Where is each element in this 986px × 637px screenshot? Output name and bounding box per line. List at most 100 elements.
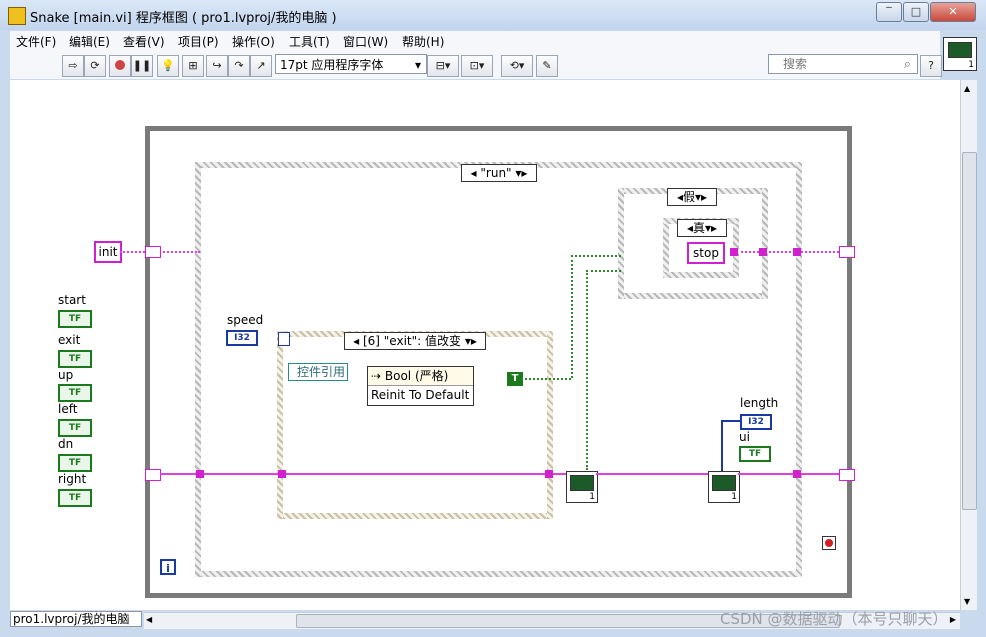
right-control[interactable]: TF	[58, 489, 92, 507]
state-wire-mid	[596, 473, 708, 475]
close-button[interactable]: ✕	[930, 2, 976, 22]
distribute-objects-icon[interactable]: ⊡▾	[461, 55, 493, 77]
cleanup-diagram-icon[interactable]: ✎	[536, 55, 558, 77]
tunnel-6	[759, 248, 767, 256]
highlight-execution-icon[interactable]: 💡	[157, 55, 179, 77]
align-objects-icon[interactable]: ⊟▾	[427, 55, 459, 77]
labview-window: Snake [main.vi] 程序框图 ( pro1.lvproj/我的电脑 …	[0, 0, 986, 637]
start-label: start	[58, 293, 86, 307]
bool-wire-2	[571, 255, 573, 378]
subvi-1-number: 1	[589, 492, 595, 502]
shift-register-right-bottom	[839, 469, 855, 481]
window-title: Snake [main.vi] 程序框图 ( pro1.lvproj/我的电脑 …	[30, 11, 337, 26]
font-selector-value: 17pt 应用程序字体	[280, 58, 384, 72]
speed-label: speed	[227, 313, 264, 327]
tunnel-3	[545, 470, 553, 478]
case-selector-true-label: 真	[692, 221, 705, 235]
subvi-1-graph	[570, 475, 594, 491]
minimize-button[interactable]: ‾	[876, 2, 902, 22]
shift-register-right-top	[839, 246, 855, 258]
menu-tools[interactable]: 工具(T)	[289, 33, 330, 50]
property-reinit-default: Reinit To Default	[371, 388, 470, 402]
menu-project[interactable]: 项目(P)	[178, 33, 219, 50]
shift-register-left-bottom	[145, 469, 161, 481]
subvi-2-number: 1	[731, 492, 737, 502]
right-label: right	[58, 472, 87, 486]
maximize-button[interactable]: □	[903, 2, 929, 22]
bool-wire-4	[586, 270, 588, 470]
chevron-down-icon: ▾	[414, 58, 421, 72]
menu-file[interactable]: 文件(F)	[16, 33, 56, 50]
bool-wire-5	[586, 270, 621, 272]
exit-label: exit	[58, 333, 81, 347]
loop-condition-terminal[interactable]	[822, 536, 836, 550]
menu-edit[interactable]: 编辑(E)	[69, 33, 110, 50]
vi-icon-graph	[948, 42, 972, 58]
vertical-scroll-thumb[interactable]	[962, 152, 977, 510]
timeout-terminal[interactable]	[278, 332, 290, 346]
search-input[interactable]: 搜索 ⌕	[768, 54, 918, 74]
vertical-scrollbar[interactable]: ▲ ▼	[960, 80, 977, 610]
step-out-icon[interactable]: ↗	[250, 55, 272, 77]
event-selector[interactable]: ◂ [6] "exit": 值改变 ▾▸	[344, 332, 486, 350]
block-diagram-canvas[interactable]: i ◂ "run" ▾▸ ◂假▾▸ ◂真▾▸ stop ◂ [6] "exit"…	[10, 80, 960, 610]
search-icon: ⌕	[903, 57, 911, 72]
case-selector-true[interactable]: ◂真▾▸	[677, 219, 727, 237]
start-control[interactable]: TF	[58, 310, 92, 328]
up-label: up	[58, 368, 74, 382]
menu-operate[interactable]: 操作(O)	[232, 33, 275, 50]
event-selector-label: [6] "exit": 值改变	[362, 334, 461, 348]
scroll-up-icon[interactable]: ▲	[964, 84, 970, 93]
tunnel-2	[278, 470, 286, 478]
title-bar: Snake [main.vi] 程序框图 ( pro1.lvproj/我的电脑 …	[0, 0, 986, 30]
stop-out-wire	[736, 251, 839, 253]
stop-local-variable[interactable]: stop	[687, 242, 725, 264]
abort-icon[interactable]	[109, 55, 131, 77]
reorder-icon[interactable]: ⟲▾	[501, 55, 533, 77]
scroll-down-icon[interactable]: ▼	[964, 597, 970, 606]
scroll-right-icon[interactable]: ▶	[950, 615, 956, 624]
retain-wire-values-icon[interactable]: ⊞	[182, 55, 204, 77]
menu-view[interactable]: 查看(V)	[123, 33, 165, 50]
state-wire-right	[738, 473, 839, 475]
project-path-status: pro1.lvproj/我的电脑	[10, 611, 142, 627]
vi-icon[interactable]: 1	[943, 37, 977, 71]
control-ref-node[interactable]: 控件引用	[288, 363, 348, 381]
left-label: left	[58, 402, 78, 416]
up-control[interactable]: TF	[58, 384, 92, 402]
step-over-icon[interactable]: ↷	[228, 55, 250, 77]
bool-wire-1	[521, 378, 571, 380]
tunnel-5	[793, 248, 801, 256]
property-node-bool-label: Bool (严格)	[384, 369, 449, 383]
property-node[interactable]: ⇢ Bool (严格) Reinit To Default	[367, 366, 474, 406]
pause-icon[interactable]: ❚❚	[131, 55, 153, 77]
init-control[interactable]: init	[94, 241, 122, 263]
help-icon[interactable]: ?	[920, 55, 942, 77]
left-control[interactable]: TF	[58, 419, 92, 437]
step-into-icon[interactable]: ↪	[206, 55, 228, 77]
length-indicator[interactable]: I32	[740, 414, 772, 430]
tunnel-1	[196, 470, 204, 478]
state-wire-left	[160, 473, 566, 475]
menu-help[interactable]: 帮助(H)	[402, 33, 444, 50]
run-arrow-icon[interactable]: ⇨	[62, 55, 84, 77]
ui-indicator[interactable]: TF	[739, 446, 771, 462]
menu-window[interactable]: 窗口(W)	[343, 33, 388, 50]
speed-control[interactable]: I32	[226, 330, 258, 346]
tunnel-7	[730, 248, 738, 256]
dn-control[interactable]: TF	[58, 454, 92, 472]
run-continuously-icon[interactable]: ⟳	[84, 55, 106, 77]
scroll-left-icon[interactable]: ◀	[146, 615, 152, 624]
tunnel-4	[793, 470, 801, 478]
event-structure[interactable]	[277, 331, 553, 519]
length-label: length	[740, 396, 779, 410]
case-selector-false[interactable]: ◂假▾▸	[667, 188, 717, 206]
toolbar: ⇨ ⟳ ❚❚ 💡 ⊞ ↪ ↷ ↗ 17pt 应用程序字体 ▾ ⊟▾ ⊡▾ ⟲▾ ✎…	[10, 51, 942, 79]
case-selector-run[interactable]: ◂ "run" ▾▸	[461, 164, 537, 182]
subvi-1[interactable]: 1	[566, 471, 598, 503]
ui-label: ui	[739, 430, 750, 444]
exit-control[interactable]: TF	[58, 350, 92, 368]
subvi-2[interactable]: 1	[708, 471, 740, 503]
menu-bar: 文件(F) 编辑(E) 查看(V) 项目(P) 操作(O) 工具(T) 窗口(W…	[10, 31, 940, 51]
font-selector[interactable]: 17pt 应用程序字体 ▾	[275, 54, 427, 74]
